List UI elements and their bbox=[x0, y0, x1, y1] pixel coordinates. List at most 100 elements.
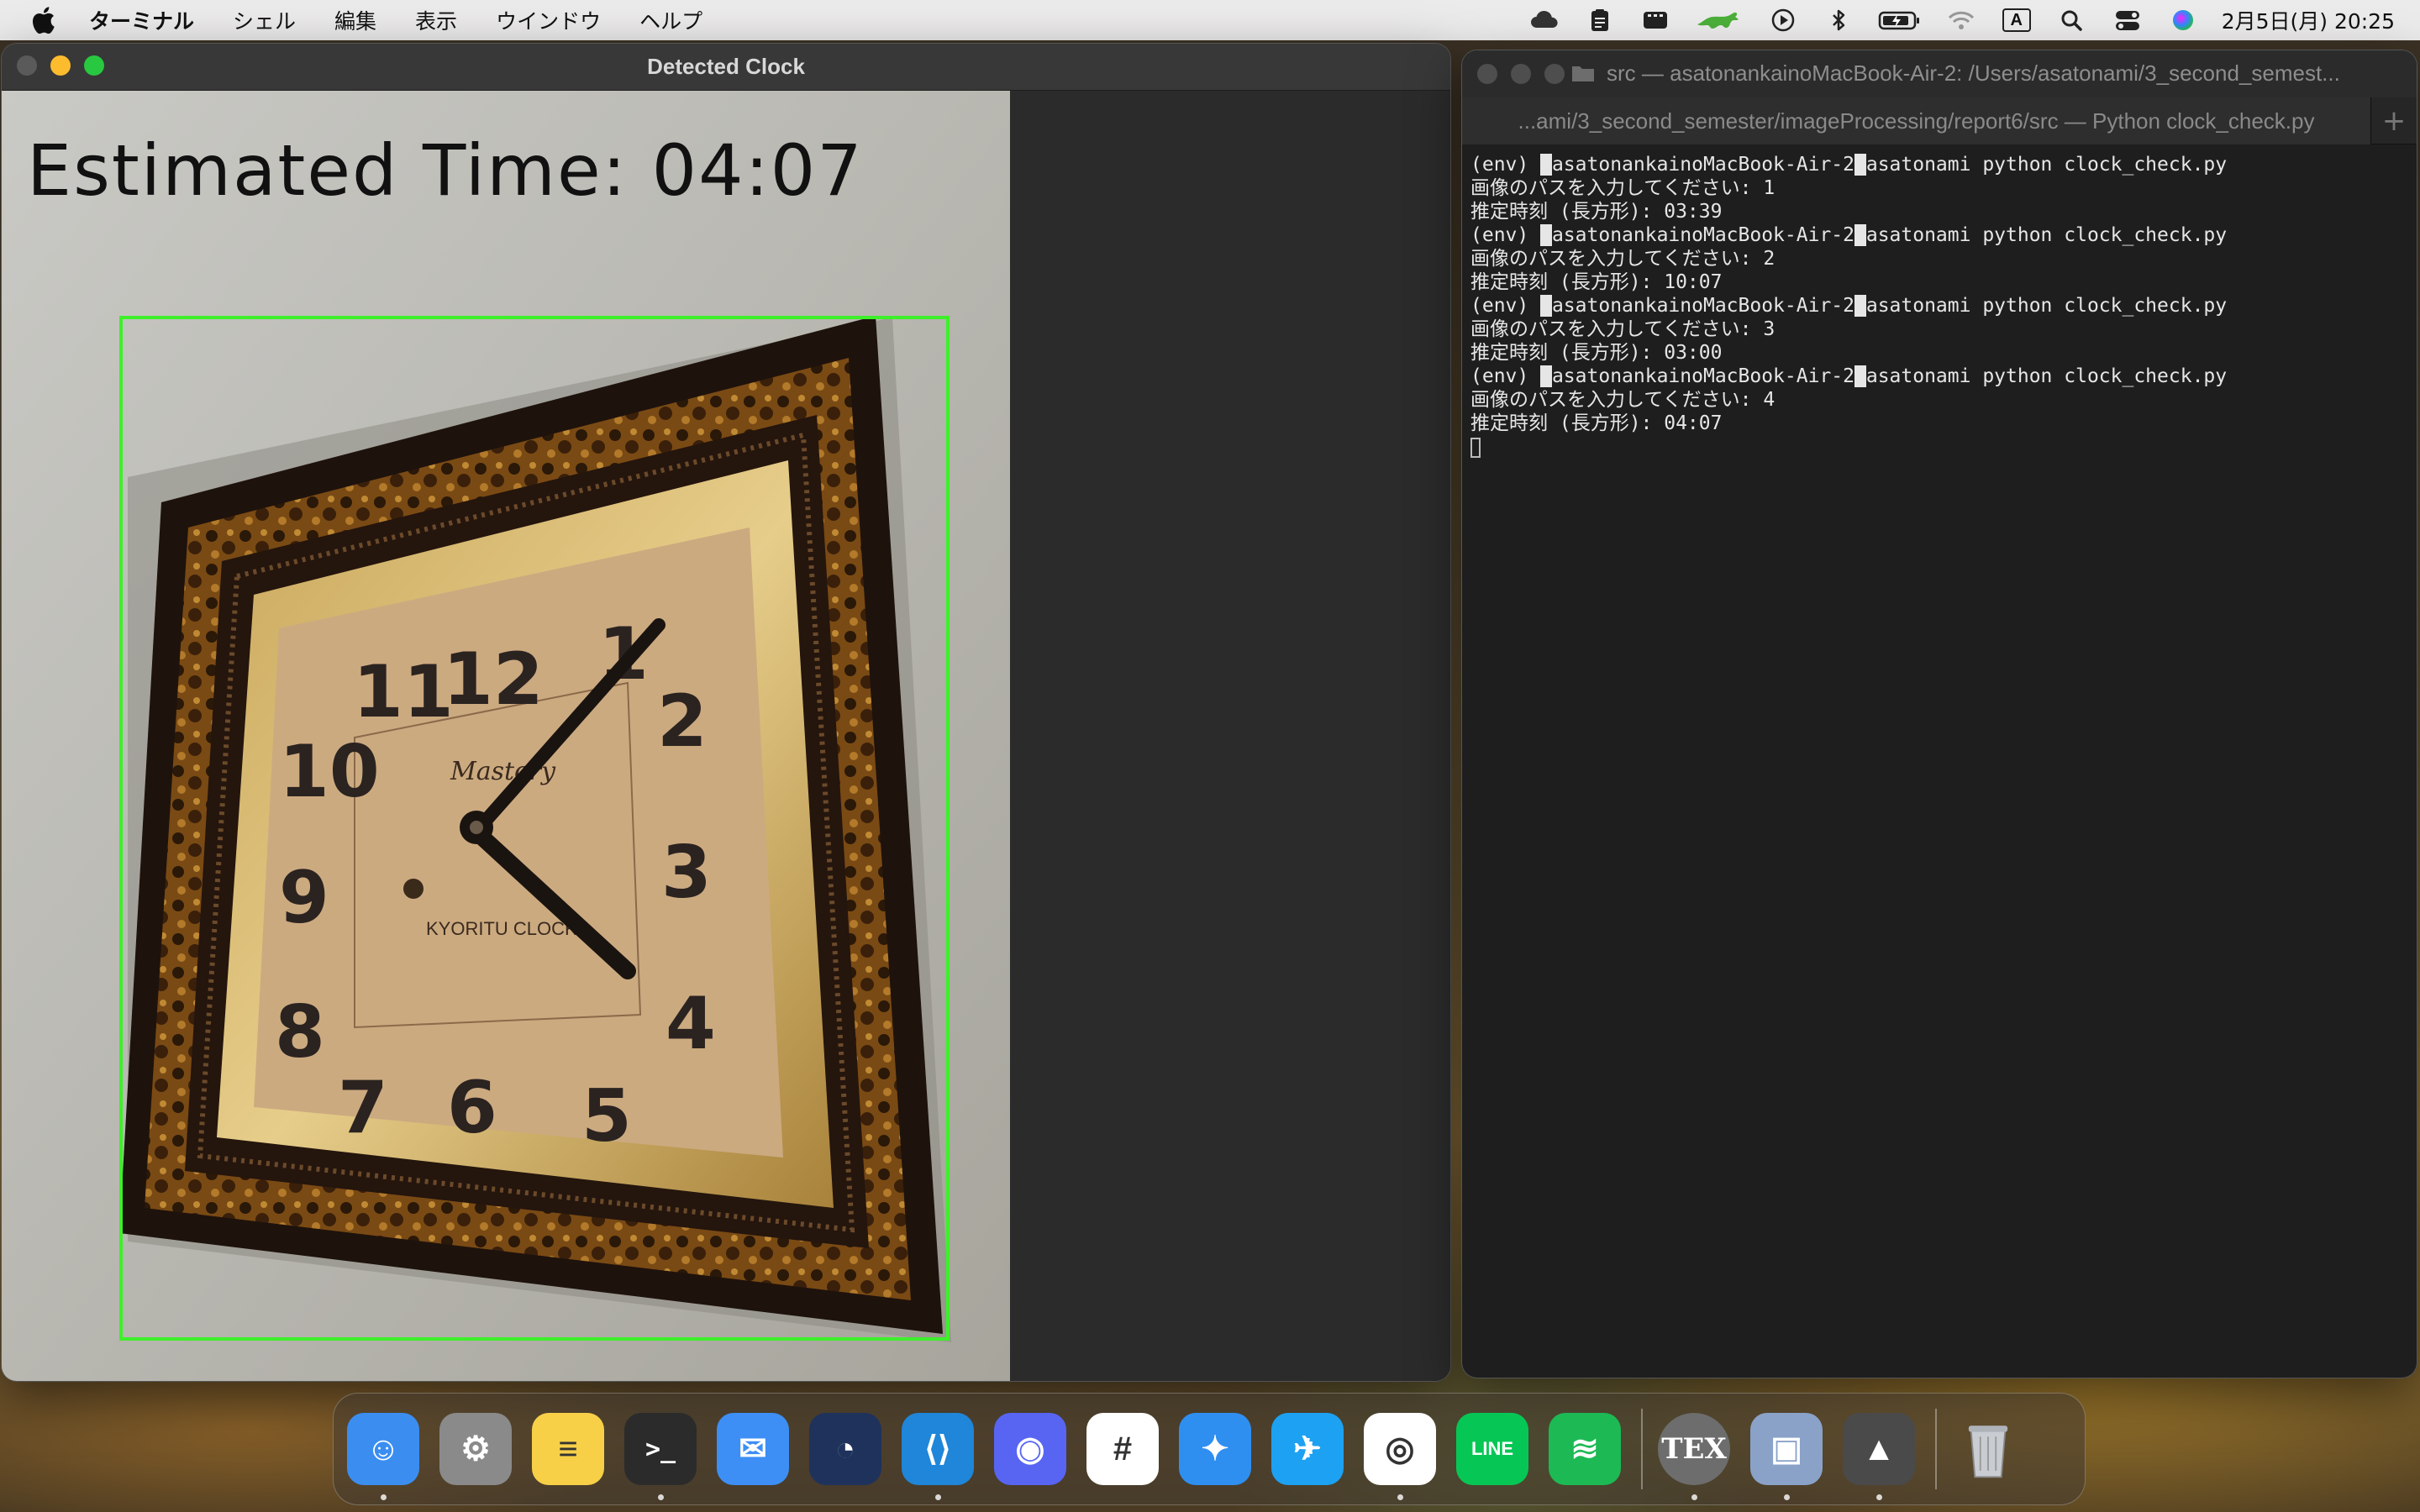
terminal-close-button[interactable] bbox=[1477, 64, 1497, 84]
close-button[interactable] bbox=[17, 55, 37, 76]
prompt-user: asatonami bbox=[1865, 224, 1971, 246]
folder-icon bbox=[1572, 66, 1594, 81]
terminal-cursor-line bbox=[1470, 435, 2408, 459]
battery-icon[interactable] bbox=[1877, 7, 1923, 34]
detection-bounding-box bbox=[119, 316, 950, 1341]
chrome-icon[interactable]: ◎ bbox=[1364, 1413, 1436, 1500]
terminal-icon[interactable]: >_ bbox=[624, 1413, 697, 1500]
prompt-env: (env) bbox=[1470, 365, 1541, 387]
terminal-prompt-line: (env) asatonankainoMacBook-Air-2 asatona… bbox=[1470, 365, 2408, 388]
search-icon[interactable] bbox=[2055, 7, 2089, 34]
tex-icon[interactable]: TEX bbox=[1658, 1413, 1730, 1500]
prompt-user: asatonami bbox=[1865, 154, 1971, 176]
running-indicator bbox=[1876, 1494, 1882, 1500]
terminal-prompt-line: (env) asatonankainoMacBook-Air-2 asatona… bbox=[1470, 294, 2408, 318]
prompt-host: asatonankainoMacBook-Air-2 bbox=[1551, 365, 1854, 387]
zoom-button[interactable] bbox=[84, 55, 104, 76]
menu-app-terminal[interactable]: ターミナル bbox=[89, 5, 194, 35]
menu-edit[interactable]: 編集 bbox=[334, 5, 376, 35]
terminal-tab-bar: ...ami/3_second_semester/imageProcessing… bbox=[1462, 97, 2417, 144]
prompt-user: asatonami bbox=[1865, 295, 1971, 317]
terminal-output-line: 画像のパスを入力してください: 1 bbox=[1470, 177, 1776, 199]
prompt-separator bbox=[1854, 224, 1866, 246]
python-rocket-icon[interactable]: ▲ bbox=[1843, 1413, 1915, 1500]
terminal-prompt-line: (env) asatonankainoMacBook-Air-2 asatona… bbox=[1470, 153, 2408, 176]
preview-icon[interactable]: ▣ bbox=[1750, 1413, 1823, 1500]
minimize-button[interactable] bbox=[50, 55, 71, 76]
terminal-output-line: 画像のパスを入力してください: 3 bbox=[1470, 318, 1776, 340]
settings-icon[interactable]: ⚙ bbox=[439, 1413, 512, 1485]
terminal-zoom-button[interactable] bbox=[1544, 64, 1565, 84]
prompt-separator bbox=[1540, 224, 1552, 246]
terminal-prompt-line: (env) asatonankainoMacBook-Air-2 asatona… bbox=[1470, 223, 2408, 247]
input-source-label: A bbox=[2002, 8, 2031, 32]
trash-icon[interactable] bbox=[1952, 1413, 2024, 1485]
prompt-separator bbox=[1854, 365, 1866, 387]
window-titlebar[interactable]: Detected Clock bbox=[2, 44, 1450, 91]
terminal-output-line: 画像のパスを入力してください: 4 bbox=[1470, 389, 1776, 411]
line-icon[interactable]: LINE bbox=[1456, 1413, 1528, 1485]
dock: ☺ ⚙ ≡ >_ ✉ ◔ ⟨⟩ ◉ # ✦ ✈ ◎ LINE ≋ TEX ▣ ▲ bbox=[333, 1393, 2086, 1505]
menu-clock[interactable]: 2月5日(月) 20:25 bbox=[2222, 5, 2395, 35]
prompt-host: asatonankainoMacBook-Air-2 bbox=[1551, 224, 1854, 246]
terminal-cursor bbox=[1470, 437, 1481, 458]
notes-icon[interactable]: ≡ bbox=[532, 1413, 604, 1485]
terminal-output-line: 推定時刻 (長方形): 03:00 bbox=[1470, 342, 1723, 364]
discord-icon[interactable]: ◉ bbox=[994, 1413, 1066, 1485]
safari-icon[interactable]: ✦ bbox=[1179, 1413, 1251, 1485]
prompt-separator bbox=[1540, 295, 1552, 317]
twitter-icon[interactable]: ✈ bbox=[1271, 1413, 1344, 1485]
menu-help[interactable]: ヘルプ bbox=[639, 5, 702, 35]
terminal-tab[interactable]: ...ami/3_second_semester/imageProcessing… bbox=[1462, 97, 2371, 144]
creative-cloud-icon[interactable] bbox=[1528, 7, 1561, 34]
terminal-titlebar[interactable]: src — asatonankainoMacBook-Air-2: /Users… bbox=[1462, 50, 2417, 97]
prompt-separator bbox=[1540, 154, 1552, 176]
menu-window[interactable]: ウインドウ bbox=[496, 5, 601, 35]
clock-photo: 12 1 2 3 4 5 6 7 8 9 10 11 Mastery KYORI… bbox=[2, 91, 1010, 1381]
terminal-window-controls bbox=[1477, 64, 1578, 84]
dock-separator bbox=[1641, 1409, 1643, 1489]
running-indicator bbox=[1397, 1494, 1403, 1500]
image-window-empty-area bbox=[1010, 91, 1450, 1381]
estimated-time-label: Estimated Time: 04:07 bbox=[27, 129, 864, 212]
prompt-host: asatonankainoMacBook-Air-2 bbox=[1551, 154, 1854, 176]
terminal-output-line: 画像のパスを入力してください: 2 bbox=[1470, 248, 1776, 270]
mail-icon[interactable]: ✉ bbox=[717, 1413, 789, 1485]
running-indicator bbox=[381, 1494, 387, 1500]
control-center-icon[interactable] bbox=[2111, 7, 2144, 34]
siri-icon[interactable] bbox=[2166, 7, 2200, 34]
running-indicator bbox=[935, 1494, 941, 1500]
clipboard-icon[interactable] bbox=[1583, 7, 1617, 34]
spotify-icon[interactable]: ≋ bbox=[1549, 1413, 1621, 1485]
vscode-icon[interactable]: ⟨⟩ bbox=[902, 1413, 974, 1500]
prompt-env: (env) bbox=[1470, 154, 1541, 176]
new-tab-button[interactable]: + bbox=[2371, 97, 2417, 144]
prompt-env: (env) bbox=[1470, 295, 1541, 317]
mattermost-icon[interactable]: ◔ bbox=[809, 1413, 881, 1485]
terminal-minimize-button[interactable] bbox=[1511, 64, 1531, 84]
prompt-env: (env) bbox=[1470, 224, 1541, 246]
window-controls bbox=[17, 55, 118, 76]
dock-separator bbox=[1935, 1409, 1937, 1489]
running-indicator bbox=[1691, 1494, 1697, 1500]
play-circle-icon[interactable] bbox=[1766, 7, 1800, 34]
terminal-output[interactable]: (env) asatonankainoMacBook-Air-2 asatona… bbox=[1462, 146, 2417, 1378]
running-indicator bbox=[1784, 1494, 1790, 1500]
terminal-output-line: 推定時刻 (長方形): 03:39 bbox=[1470, 201, 1723, 223]
wifi-icon[interactable] bbox=[1944, 7, 1978, 34]
prompt-separator bbox=[1540, 365, 1552, 387]
input-source-icon[interactable]: A bbox=[2000, 7, 2033, 34]
finder-icon[interactable]: ☺ bbox=[347, 1413, 419, 1500]
menu-view[interactable]: 表示 bbox=[415, 5, 457, 35]
runcat-icon[interactable] bbox=[1694, 7, 1744, 34]
prompt-separator bbox=[1854, 295, 1866, 317]
prompt-command: python clock_check.py bbox=[1970, 295, 2228, 317]
menu-shell[interactable]: シェル bbox=[233, 5, 296, 35]
prompt-command: python clock_check.py bbox=[1970, 365, 2228, 387]
prompt-separator bbox=[1854, 154, 1866, 176]
status-area: A 2月5日(月) 20:25 bbox=[1506, 0, 2395, 40]
bluetooth-icon[interactable] bbox=[1822, 7, 1855, 34]
slack-icon[interactable]: # bbox=[1086, 1413, 1159, 1485]
apple-logo-icon[interactable] bbox=[30, 6, 64, 34]
film-icon[interactable] bbox=[1639, 7, 1672, 34]
